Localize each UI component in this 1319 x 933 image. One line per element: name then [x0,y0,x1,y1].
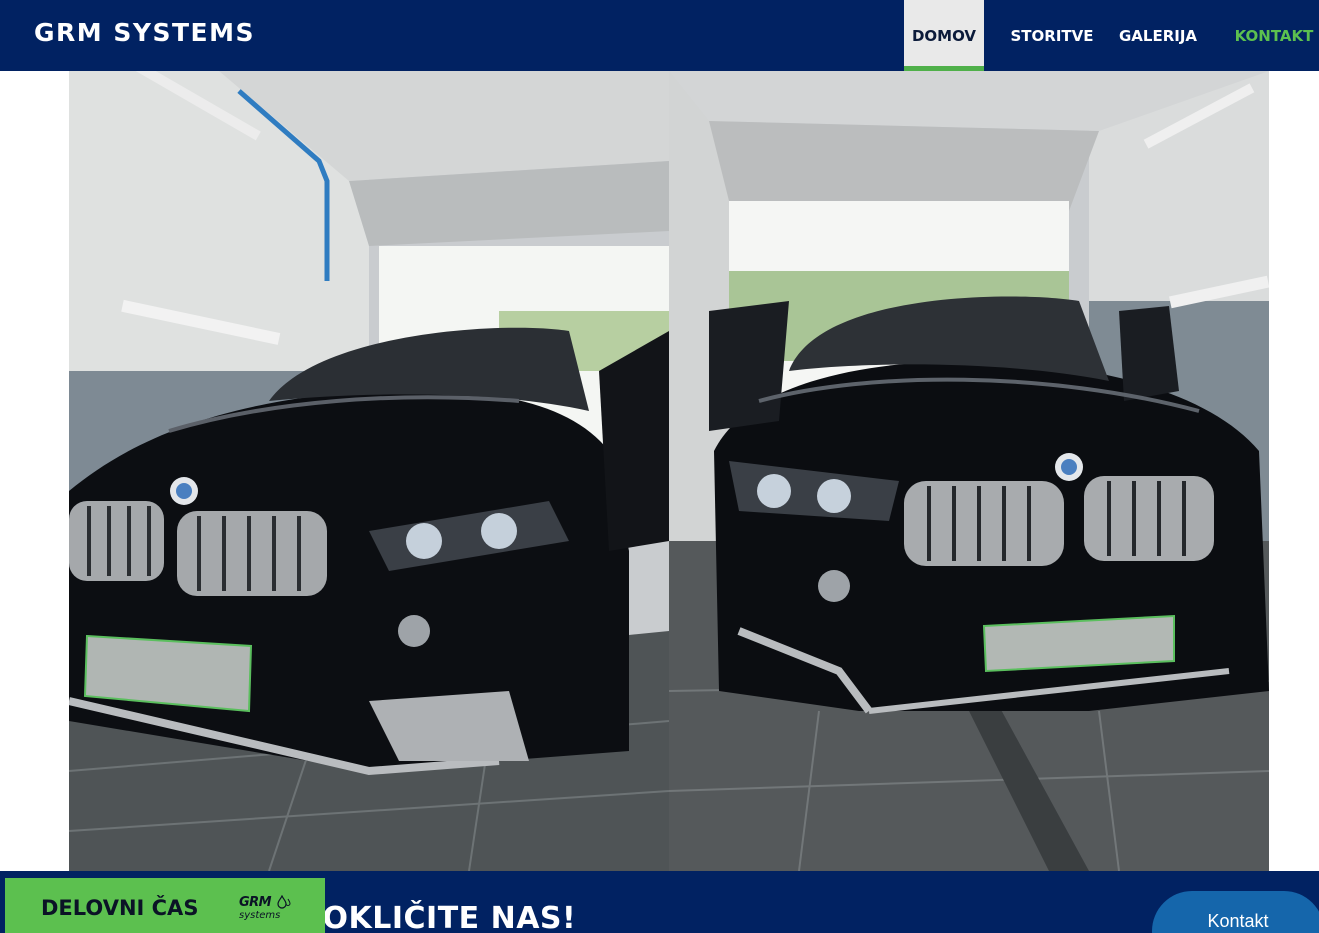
car-photo-right [669,71,1269,871]
main-nav: DOMOV STORITVE GALERIJA KONTAKT [904,0,1319,71]
working-hours-label: DELOVNI ČAS [41,896,199,920]
working-hours-tab[interactable]: DELOVNI ČAS GRM systems [5,878,325,933]
site-header: GRM SYSTEMS DOMOV STORITVE GALERIJA KONT… [0,0,1319,71]
call-us-heading: POKLIČITE NAS! [300,901,577,933]
nav-item-kontakt[interactable]: KONTAKT [1230,0,1318,71]
brand-logo[interactable]: GRM SYSTEMS [34,16,255,50]
logo-text-bottom: systems [239,910,281,921]
grm-systems-logo: GRM systems [237,893,297,929]
logo-text-top: GRM [239,895,272,910]
car-photo-left [69,71,669,871]
kontakt-button[interactable]: Kontakt [1152,891,1319,933]
nav-item-storitve[interactable]: STORITVE [1006,0,1098,71]
nav-item-domov[interactable]: DOMOV [904,0,984,71]
hero-gallery [69,71,1269,871]
drop-icon [277,895,291,909]
nav-item-galerija[interactable]: GALERIJA [1119,0,1197,71]
